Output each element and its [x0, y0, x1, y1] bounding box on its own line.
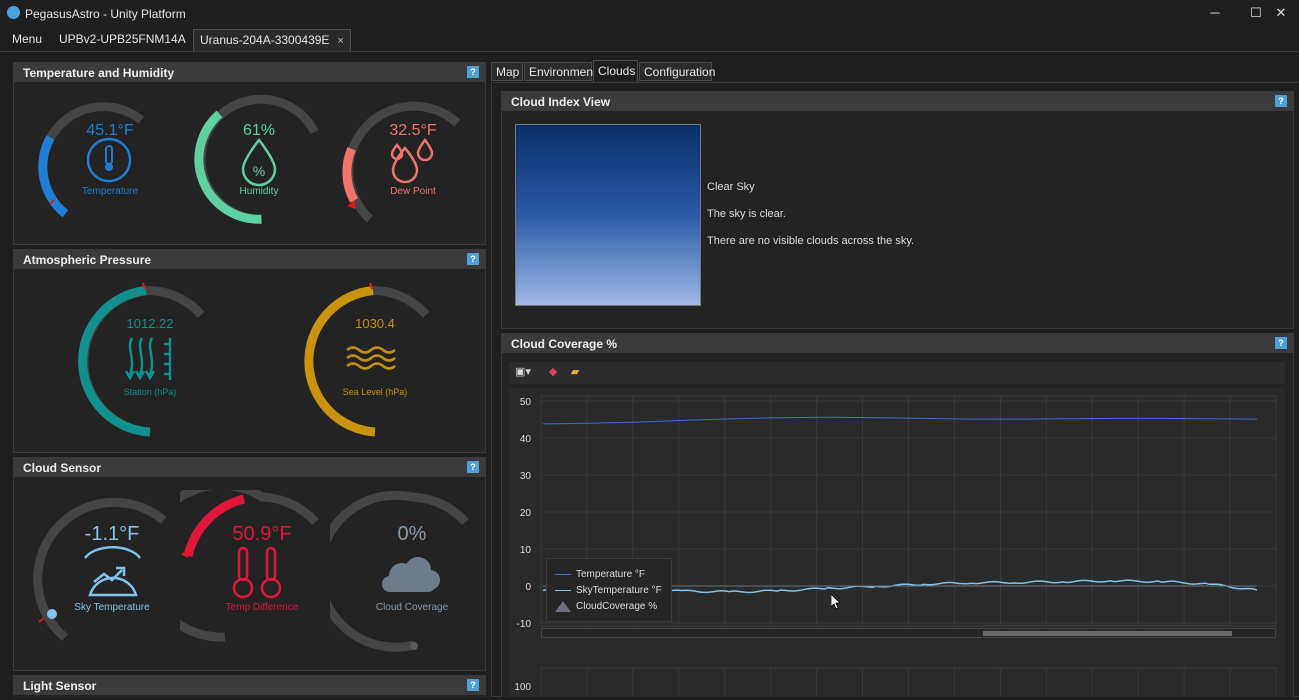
legend-sky-temperature: SkyTemperature °F	[576, 585, 662, 596]
panel-title: Cloud Sensor	[23, 461, 102, 475]
light-sensor-panel: Light Sensor ?	[13, 675, 486, 697]
tab-uranus-label: Uranus-204A-3300439E	[200, 33, 330, 47]
temp-difference-label: Temp Difference	[226, 602, 299, 613]
legend-swatch	[555, 589, 571, 591]
panel-title: Cloud Coverage %	[511, 337, 618, 351]
help-icon[interactable]: ?	[1275, 337, 1287, 349]
legend-item: CloudCoverage %	[555, 601, 657, 612]
tab-configuration[interactable]: Configuration	[639, 62, 715, 81]
y-tick-label: 0	[525, 582, 531, 593]
panel-header: Temperature and Humidity ?	[14, 63, 485, 82]
cloud-status-line2: There are no visible clouds across the s…	[707, 235, 915, 247]
panel-header: Cloud Sensor ?	[14, 458, 485, 477]
sea-level-pressure-value: 1030.4	[355, 316, 395, 331]
legend-area-swatch	[555, 601, 571, 612]
mouse-cursor-icon	[831, 594, 841, 610]
sky-temperature-label: Sky Temperature	[74, 602, 150, 613]
cloud-coverage-gauge: 0% Cloud Coverage	[330, 490, 469, 652]
station-pressure-label: Station (hPa)	[124, 387, 177, 397]
help-icon[interactable]: ?	[467, 461, 479, 473]
tab-upbv2[interactable]: UPBv2-UPB25FNM14A	[53, 29, 192, 50]
title-bar: PegasusAstro - Unity Platform ─ ☐ ✕	[0, 0, 1299, 27]
help-icon[interactable]: ?	[1275, 95, 1287, 107]
chart-legend: Temperature °F SkyTemperature °F CloudCo…	[546, 558, 672, 622]
tab-clouds[interactable]: Clouds	[593, 60, 638, 82]
station-pressure-value: 1012.22	[127, 316, 174, 331]
tab-close-icon[interactable]: ×	[337, 35, 343, 47]
panel-header: Cloud Coverage % ?	[502, 334, 1293, 353]
cloud-coverage-value: 0%	[398, 523, 427, 545]
panel-title: Temperature and Humidity	[23, 66, 175, 80]
legend-item: SkyTemperature °F	[555, 585, 662, 596]
y-tick-label: 20	[520, 508, 532, 519]
sky-temperature-gauge: -1.1°F Sky Temperature	[33, 497, 167, 642]
y-tick-label: 10	[520, 545, 532, 556]
humidity-label: Humidity	[240, 186, 279, 197]
humidity-gauge: 61% % Humidity	[194, 94, 319, 224]
sea-level-pressure-label: Sea Level (hPa)	[343, 387, 408, 397]
dew-drops-icon	[391, 146, 419, 184]
humidity-value: 61%	[243, 122, 275, 139]
legend-swatch	[555, 573, 571, 575]
menu-tab[interactable]: Menu	[6, 29, 48, 50]
help-icon[interactable]: ?	[467, 679, 479, 691]
percent-symbol-icon: %	[253, 163, 265, 179]
minimize-button[interactable]: ─	[1200, 3, 1230, 23]
sky-temperature-value: -1.1°F	[85, 523, 140, 545]
temp-difference-value: 50.9°F	[232, 523, 291, 545]
close-window-button[interactable]: ✕	[1266, 3, 1296, 23]
tab-environment[interactable]: Environment	[524, 62, 596, 81]
dew-point-gauge: 32.5°F Dew Point	[342, 101, 461, 223]
help-icon[interactable]: ?	[467, 66, 479, 78]
pressure-waves-icon	[124, 337, 172, 381]
panel-title: Cloud Index View	[511, 95, 611, 109]
y-tick-label: 50	[520, 397, 532, 408]
panel-title: Atmospheric Pressure	[23, 253, 152, 267]
sky-preview-image	[515, 124, 701, 306]
station-pressure-gauge: 1012.22 Station (hPa)	[78, 282, 205, 437]
tab-map[interactable]: Map	[491, 62, 523, 81]
panel-header: Atmospheric Pressure ?	[14, 250, 485, 269]
save-icon[interactable]: ▣▾	[515, 366, 531, 379]
panel-header: Cloud Index View ?	[502, 92, 1293, 111]
sea-waves-icon	[346, 346, 396, 370]
panel-header: Light Sensor ?	[14, 676, 485, 695]
cloud-icon	[382, 557, 440, 592]
temperature-gauge: 45.1°F Temperature	[38, 102, 145, 218]
y-tick-label: -10	[517, 619, 532, 630]
legend-temperature: Temperature °F	[576, 569, 646, 580]
temp-difference-gauge: 50.9°F Temp Difference	[180, 490, 319, 642]
dew-point-label: Dew Point	[390, 186, 436, 197]
sky-globe-icon	[83, 545, 142, 597]
legend-cloud-coverage: CloudCoverage %	[576, 601, 658, 613]
window-title: PegasusAstro - Unity Platform	[25, 7, 186, 21]
tab-uranus[interactable]: Uranus-204A-3300439E ×	[193, 29, 351, 51]
dual-thermometer-icon	[232, 546, 282, 599]
chart-area: 50 40 30 20 10 0 -10 100	[509, 388, 1285, 700]
cloud-coverage-chart: 50403020100-10100	[514, 395, 1277, 700]
eraser-icon[interactable]: ◆	[546, 366, 560, 379]
help-icon[interactable]: ?	[467, 253, 479, 265]
second-chart-y-tick-label: 100	[514, 682, 531, 693]
chart-horizontal-scrollbar[interactable]	[541, 628, 1276, 638]
device-tab-bar: Menu UPBv2-UPB25FNM14A Uranus-204A-33004…	[0, 27, 1299, 52]
chart-toolbar: ▣▾ ◆ ▰	[509, 362, 1285, 384]
folder-open-icon[interactable]: ▰	[568, 366, 582, 379]
cloud-coverage-label: Cloud Coverage	[376, 602, 449, 613]
temperature-value: 45.1°F	[86, 122, 134, 139]
legend-item: Temperature °F	[555, 569, 645, 580]
scrollbar-thumb[interactable]	[983, 631, 1232, 636]
y-tick-label: 30	[520, 471, 532, 482]
cloud-status-line1: The sky is clear.	[707, 208, 786, 220]
cloud-status-title: Clear Sky	[707, 181, 755, 193]
panel-title: Light Sensor	[23, 679, 97, 693]
dew-point-value: 32.5°F	[389, 122, 437, 139]
temperature-label: Temperature	[82, 186, 139, 197]
app-logo-icon	[7, 6, 20, 19]
y-tick-label: 40	[520, 434, 532, 445]
sea-level-pressure-gauge: 1030.4 Sea Level (hPa)	[304, 282, 430, 437]
